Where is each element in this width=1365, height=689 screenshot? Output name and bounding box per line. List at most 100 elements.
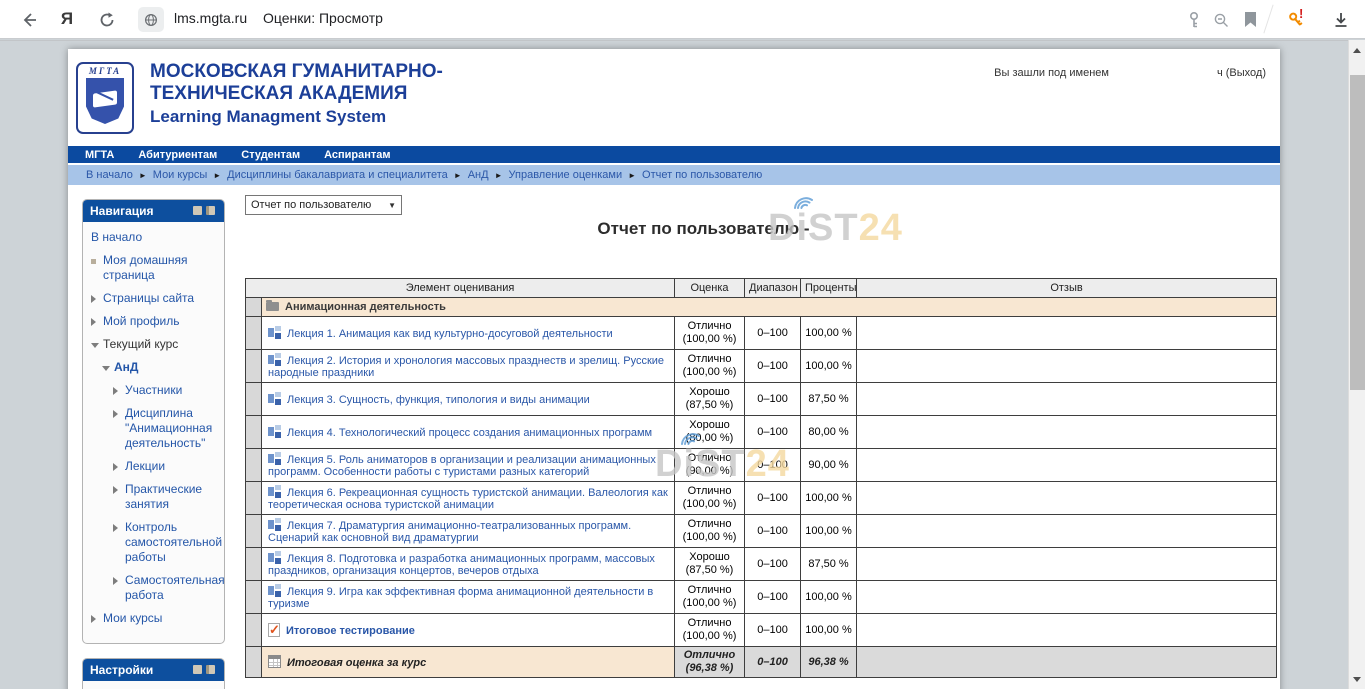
reload-icon[interactable] <box>96 9 118 31</box>
report-select-value: Отчет по пользователю <box>251 199 371 211</box>
nav-item-2[interactable]: Моя домашняя страница <box>91 253 218 283</box>
breadcrumb-link-1[interactable]: В начало <box>86 169 133 181</box>
category-name-cell: Анимационная деятельность <box>262 298 1277 317</box>
range-cell: 0–100 <box>745 350 801 383</box>
indent-cell <box>246 298 262 317</box>
vertical-scrollbar <box>1348 40 1365 689</box>
item-link[interactable]: Лекция 8. Подготовка и разработка анимац… <box>268 553 655 577</box>
grade-row-9: Лекция 9. Игра как эффективная форма ани… <box>246 581 1277 614</box>
topnav-item-1[interactable]: МГТА <box>73 149 126 161</box>
omnibox-edge <box>1263 5 1273 34</box>
mgta-logo: МГТА <box>76 62 134 134</box>
feedback-cell <box>857 482 1277 515</box>
grade-cell: Хорошо(87,50 %) <box>675 548 745 581</box>
grade-row-1: Лекция 1. Анимация как вид культурно-дос… <box>246 317 1277 350</box>
address-url[interactable]: lms.mgta.ru <box>174 10 247 26</box>
scroll-up-arrow[interactable] <box>1349 42 1365 58</box>
grade-cell: Отлично(100,00 %) <box>675 614 745 647</box>
site-info-chip[interactable] <box>138 7 164 32</box>
item-link[interactable]: Лекция 1. Анимация как вид культурно-дос… <box>287 328 613 340</box>
nav-item-12[interactable]: Самостоятельная работа <box>113 573 218 603</box>
site-header: МГТА МОСКОВСКАЯ ГУМАНИТАРНО- ТЕХНИЧЕСКАЯ… <box>68 49 1280 146</box>
topnav-item-3[interactable]: Студентам <box>229 149 312 161</box>
col-header-grade: Оценка <box>675 279 745 298</box>
nav-item-1[interactable]: В начало <box>91 230 218 245</box>
breadcrumb-link-6[interactable]: Отчет по пользователю <box>642 169 762 181</box>
nav-item-8[interactable]: Дисциплина "Анимационная деятельность" <box>113 406 218 451</box>
indent-cell <box>246 515 262 548</box>
zoom-icon[interactable] <box>1210 9 1232 31</box>
dock-block-icon[interactable] <box>206 665 215 674</box>
nav-label: Мои курсы <box>103 611 218 626</box>
scrollbar-thumb[interactable] <box>1350 75 1365 390</box>
item-link[interactable]: Лекция 7. Драматургия анимационно-театра… <box>268 520 631 544</box>
breadcrumb-link-2[interactable]: Мои курсы <box>153 169 207 181</box>
grade-percent: (87,50 %) <box>686 399 734 411</box>
item-link[interactable]: Лекция 2. История и хронология массовых … <box>268 355 664 379</box>
item-link[interactable]: Лекция 9. Игра как эффективная форма ани… <box>268 586 653 610</box>
nav-label: АнД <box>114 360 218 375</box>
indent-cell <box>246 350 262 383</box>
bookmark-icon[interactable] <box>1239 9 1261 31</box>
grade-row-4: Лекция 4. Технологический процесс создан… <box>246 416 1277 449</box>
grade-row-6: Лекция 6. Рекреационная сущность туристс… <box>246 482 1277 515</box>
nav-item-3[interactable]: Страницы сайта <box>91 291 218 306</box>
scroll-down-arrow[interactable] <box>1349 671 1365 687</box>
grade-value: Отлично <box>688 320 732 332</box>
nav-item-10[interactable]: Практические занятия <box>113 482 218 512</box>
download-icon[interactable] <box>1330 9 1352 31</box>
nav-item-6[interactable]: АнД <box>102 360 218 375</box>
indent-cell <box>246 416 262 449</box>
breadcrumb-link-3[interactable]: Дисциплины бакалавриата и специалитета <box>227 169 448 181</box>
report-type-select[interactable]: Отчет по пользователю ▼ <box>245 195 402 215</box>
indent-cell <box>246 383 262 416</box>
grade-row-3: Лекция 3. Сущность, функция, типология и… <box>246 383 1277 416</box>
nav-item-11[interactable]: Контроль самостоятельной работы <box>113 520 218 565</box>
item-link[interactable]: Лекция 4. Технологический процесс создан… <box>287 427 652 439</box>
breadcrumb-separator: ► <box>454 171 462 180</box>
item-name-cell: Лекция 2. История и хронология массовых … <box>262 350 675 383</box>
item-name-cell: Лекция 5. Роль аниматоров в организации … <box>262 449 675 482</box>
item-link[interactable]: Лекция 6. Рекреационная сущность туристс… <box>268 487 668 511</box>
item-link[interactable]: Лекция 5. Роль аниматоров в организации … <box>268 454 656 478</box>
chevron-down-icon: ▼ <box>388 201 396 210</box>
breadcrumb-link-5[interactable]: Управление оценками <box>509 169 623 181</box>
calculator-icon <box>268 655 281 668</box>
yandex-icon[interactable]: Я <box>56 8 78 30</box>
nav-item-13[interactable]: Мои курсы <box>91 611 218 626</box>
range-cell: 0–100 <box>745 581 801 614</box>
quiz-icon <box>268 623 280 637</box>
item-name-cell: Лекция 8. Подготовка и разработка анимац… <box>262 548 675 581</box>
indent-cell <box>246 647 262 678</box>
col-header-feedback: Отзыв <box>857 279 1277 298</box>
grade-percent: (100,00 %) <box>683 366 737 378</box>
grade-percent: (100,00 %) <box>683 630 737 642</box>
nav-item-5[interactable]: Текущий курс <box>91 337 218 352</box>
item-link[interactable]: Лекция 3. Сущность, функция, типология и… <box>287 394 590 406</box>
item-name-cell: Итоговое тестирование <box>262 614 675 647</box>
logout-link[interactable]: ч (Выход) <box>1217 67 1266 79</box>
item-link[interactable]: Итоговое тестирование <box>286 625 415 637</box>
range-cell: 0–100 <box>745 383 801 416</box>
chevron-right-icon <box>113 520 125 565</box>
collapse-block-icon[interactable] <box>193 665 202 674</box>
password-icon[interactable] <box>1183 9 1205 31</box>
range-cell: 0–100 <box>745 515 801 548</box>
breadcrumb-link-4[interactable]: АнД <box>468 169 489 181</box>
topnav-item-2[interactable]: Абитуриентам <box>126 149 229 161</box>
password-alert-icon[interactable]: ! <box>1285 9 1307 31</box>
back-icon[interactable] <box>18 9 40 31</box>
nav-item-9[interactable]: Лекции <box>113 459 218 474</box>
feedback-cell <box>857 383 1277 416</box>
settings-items: Управление оценкамиОбзорный отчетОтчет п… <box>83 681 224 689</box>
bullet-square-icon <box>91 253 103 283</box>
percent-cell: 87,50 % <box>801 383 857 416</box>
site-panel: МГТА МОСКОВСКАЯ ГУМАНИТАРНО- ТЕХНИЧЕСКАЯ… <box>68 49 1280 689</box>
topnav-item-4[interactable]: Аспирантам <box>312 149 402 161</box>
nav-item-7[interactable]: Участники <box>113 383 218 398</box>
nav-item-4[interactable]: Мой профиль <box>91 314 218 329</box>
collapse-block-icon[interactable] <box>193 206 202 215</box>
dock-block-icon[interactable] <box>206 206 215 215</box>
lesson-icon <box>268 452 281 465</box>
site-title: МОСКОВСКАЯ ГУМАНИТАРНО- ТЕХНИЧЕСКАЯ АКАД… <box>150 61 443 127</box>
